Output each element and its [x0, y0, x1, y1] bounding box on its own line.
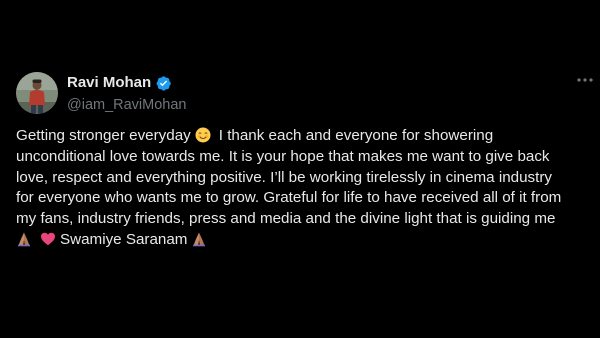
tweet-text: Getting stronger everyday I thank each an… — [16, 126, 588, 251]
tweet-text-segment: I thank each and everyone for showering — [218, 127, 494, 144]
author-info: Ravi Mohan @iam_RaviMohan — [67, 73, 467, 115]
heart-emoji — [41, 232, 55, 246]
author-handle[interactable]: @iam_RaviMohan — [67, 95, 467, 115]
folded-hands-emoji — [18, 232, 30, 247]
folded-hands-emoji — [193, 232, 206, 247]
tweet-line: Swamiye Saranam — [16, 230, 588, 251]
more-options-icon[interactable] — [576, 74, 594, 86]
tweet-text-segment: Getting stronger everyday — [16, 127, 191, 144]
tweet-line: for everyone who wants me to grow. Grate… — [16, 189, 562, 207]
avatar[interactable] — [16, 72, 58, 114]
tweet-text-segment: Swamiye Saranam — [60, 230, 188, 248]
tweet-line: love, respect and everything positive. I… — [16, 168, 553, 186]
author-display-name[interactable]: Ravi Mohan — [67, 73, 151, 93]
tweet-line: unconditional love towards me. It is you… — [16, 147, 550, 165]
author-name-row: Ravi Mohan — [67, 73, 467, 93]
tweet-card: Ravi Mohan @iam_RaviMohan Getting strong… — [0, 0, 600, 338]
verified-badge-icon[interactable] — [155, 75, 172, 92]
tweet-line: Getting stronger everyday I thank each an… — [16, 126, 588, 147]
tweet-line: my fans, industry friends, press and med… — [16, 210, 556, 228]
smiling-face-emoji — [195, 127, 211, 143]
avatar-image — [16, 72, 58, 114]
